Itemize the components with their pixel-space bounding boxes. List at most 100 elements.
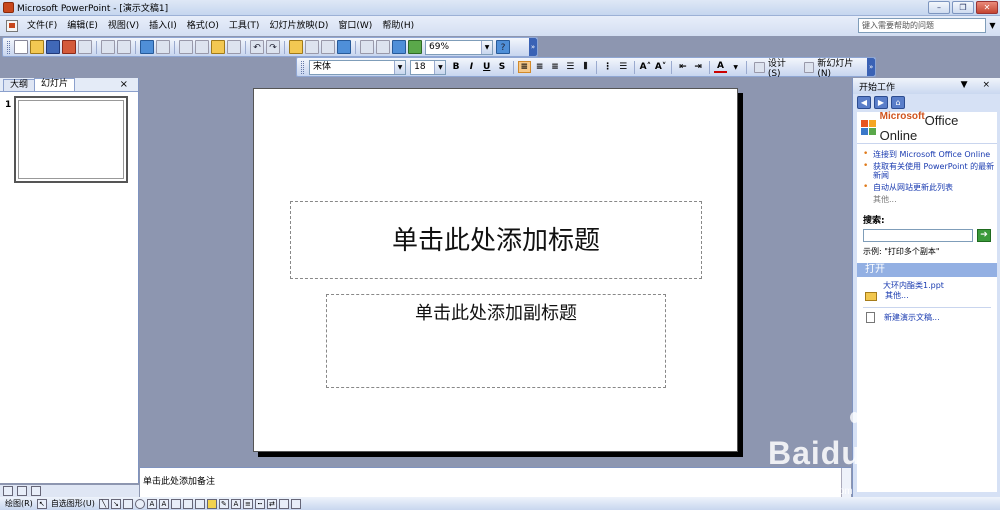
zoom-select[interactable]: 69% ▼: [425, 39, 493, 55]
toolbar-options-icon[interactable]: »: [867, 58, 875, 76]
menu-edit[interactable]: 编辑(E): [62, 17, 103, 35]
search-go-icon[interactable]: ➔: [977, 229, 991, 242]
fill-color-icon[interactable]: [206, 498, 217, 509]
shadow-button[interactable]: S: [495, 62, 508, 72]
columns-button[interactable]: ⫴: [579, 62, 592, 72]
numbering-button[interactable]: ⋮: [601, 62, 614, 72]
copy-icon[interactable]: [195, 40, 209, 54]
powerpoint-app-icon[interactable]: [3, 2, 14, 13]
dash-style-icon[interactable]: ┅: [254, 498, 265, 509]
close-icon[interactable]: ×: [120, 79, 128, 90]
title-placeholder[interactable]: 单击此处添加标题: [290, 201, 702, 279]
menu-insert[interactable]: 插入(I): [144, 17, 182, 35]
link-more[interactable]: 其他...: [863, 195, 997, 204]
slide-thumbnail[interactable]: [14, 96, 128, 183]
line-color-icon[interactable]: ✎: [218, 498, 229, 509]
line-style-icon[interactable]: ≡: [242, 498, 253, 509]
minimize-button[interactable]: –: [928, 1, 950, 14]
wordart-icon[interactable]: A: [158, 498, 169, 509]
help-search-input[interactable]: 键入需要帮助的问题: [858, 18, 986, 33]
align-center-button[interactable]: ≡: [533, 62, 546, 72]
recent-file-link[interactable]: 大环内酯类1.ppt: [863, 281, 997, 291]
notes-pane[interactable]: 单击此处添加备注: [140, 467, 851, 498]
arrow-icon[interactable]: ↘: [110, 498, 121, 509]
permission-icon[interactable]: [62, 40, 76, 54]
toolbar-options-icon[interactable]: »: [529, 38, 537, 56]
new-presentation-link[interactable]: 新建演示文稿...: [863, 312, 997, 323]
italic-button[interactable]: I: [465, 62, 478, 72]
chevron-down-icon[interactable]: ▼: [394, 60, 406, 74]
link-connect-online[interactable]: • 连接到 Microsoft Office Online: [863, 150, 997, 160]
menu-file[interactable]: 文件(F): [22, 17, 62, 35]
chevron-down-icon[interactable]: ▼: [434, 60, 446, 74]
select-objects-icon[interactable]: ↖: [36, 498, 47, 509]
3d-style-icon[interactable]: [290, 498, 301, 509]
draw-menu-button[interactable]: 绘图(R): [2, 498, 36, 509]
decrease-indent-button[interactable]: ⇤: [676, 62, 689, 72]
insert-picture-icon[interactable]: [337, 40, 351, 54]
insert-table-icon[interactable]: [305, 40, 319, 54]
expand-all-icon[interactable]: [360, 40, 374, 54]
grid-icon[interactable]: [392, 40, 406, 54]
menu-help[interactable]: 帮助(H): [377, 17, 419, 35]
arrow-style-icon[interactable]: ⇄: [266, 498, 277, 509]
picture-icon[interactable]: [194, 498, 205, 509]
open-more-link[interactable]: 其他...: [863, 291, 997, 301]
align-right-button[interactable]: ≡: [548, 62, 561, 72]
increase-font-button[interactable]: A˄: [639, 62, 652, 72]
tab-slides[interactable]: 幻灯片: [34, 78, 76, 91]
notes-placeholder[interactable]: 单击此处添加备注: [140, 468, 851, 487]
menu-window[interactable]: 窗口(W): [333, 17, 377, 35]
font-size-select[interactable]: 18 ▼: [410, 59, 447, 75]
clipart-icon[interactable]: [182, 498, 193, 509]
decrease-font-button[interactable]: A˅: [654, 62, 667, 72]
color-grayscale-icon[interactable]: [408, 40, 422, 54]
back-icon[interactable]: ◀: [857, 95, 871, 109]
toolbar-grip[interactable]: [301, 60, 304, 74]
design-button[interactable]: 设计(S): [750, 56, 799, 79]
cut-icon[interactable]: [179, 40, 193, 54]
menu-format[interactable]: 格式(O): [182, 17, 224, 35]
forward-icon[interactable]: ▶: [874, 95, 888, 109]
line-icon[interactable]: ╲: [98, 498, 109, 509]
restore-button[interactable]: ❐: [952, 1, 974, 14]
print-preview-icon[interactable]: [117, 40, 131, 54]
tables-borders-icon[interactable]: [321, 40, 335, 54]
underline-button[interactable]: U: [480, 62, 493, 72]
slide-sorter-icon[interactable]: [17, 486, 27, 496]
subtitle-placeholder[interactable]: 单击此处添加副标题: [326, 294, 666, 388]
undo-icon[interactable]: ↶: [250, 40, 264, 54]
font-color-icon[interactable]: A: [230, 498, 241, 509]
new-slide-button[interactable]: 新幻灯片(N): [800, 56, 868, 79]
bullets-button[interactable]: ☰: [616, 62, 629, 72]
research-icon[interactable]: [156, 40, 170, 54]
align-left-button[interactable]: ≡: [517, 61, 532, 73]
rectangle-icon[interactable]: [122, 498, 133, 509]
oval-icon[interactable]: [134, 498, 145, 509]
help-icon[interactable]: ?: [496, 40, 510, 54]
help-dropdown-icon[interactable]: ▼: [987, 18, 998, 33]
chevron-down-icon[interactable]: ▼: [481, 40, 492, 54]
chevron-down-icon[interactable]: ▼: [729, 64, 742, 71]
autoshapes-button[interactable]: 自选图形(U): [48, 498, 98, 509]
email-icon[interactable]: [78, 40, 92, 54]
link-auto-update[interactable]: • 自动从网站更新此列表: [863, 183, 997, 193]
document-icon[interactable]: [6, 20, 18, 32]
increase-indent-button[interactable]: ⇥: [692, 62, 705, 72]
bold-button[interactable]: B: [449, 62, 462, 72]
shadow-style-icon[interactable]: [278, 498, 289, 509]
slide-canvas[interactable]: 单击此处添加标题 单击此处添加副标题: [253, 88, 738, 452]
new-icon[interactable]: [14, 40, 28, 54]
diagram-icon[interactable]: [170, 498, 181, 509]
menu-view[interactable]: 视图(V): [103, 17, 144, 35]
tab-outline[interactable]: 大纲: [3, 79, 36, 91]
search-input[interactable]: [863, 229, 973, 242]
menu-tools[interactable]: 工具(T): [224, 17, 265, 35]
link-latest-news[interactable]: • 获取有关使用 PowerPoint 的最新新闻: [863, 162, 997, 181]
show-formatting-icon[interactable]: [376, 40, 390, 54]
open-icon[interactable]: [30, 40, 44, 54]
paste-icon[interactable]: [211, 40, 225, 54]
slideshow-icon[interactable]: [31, 486, 41, 496]
textbox-icon[interactable]: A: [146, 498, 157, 509]
insert-chart-icon[interactable]: [289, 40, 303, 54]
